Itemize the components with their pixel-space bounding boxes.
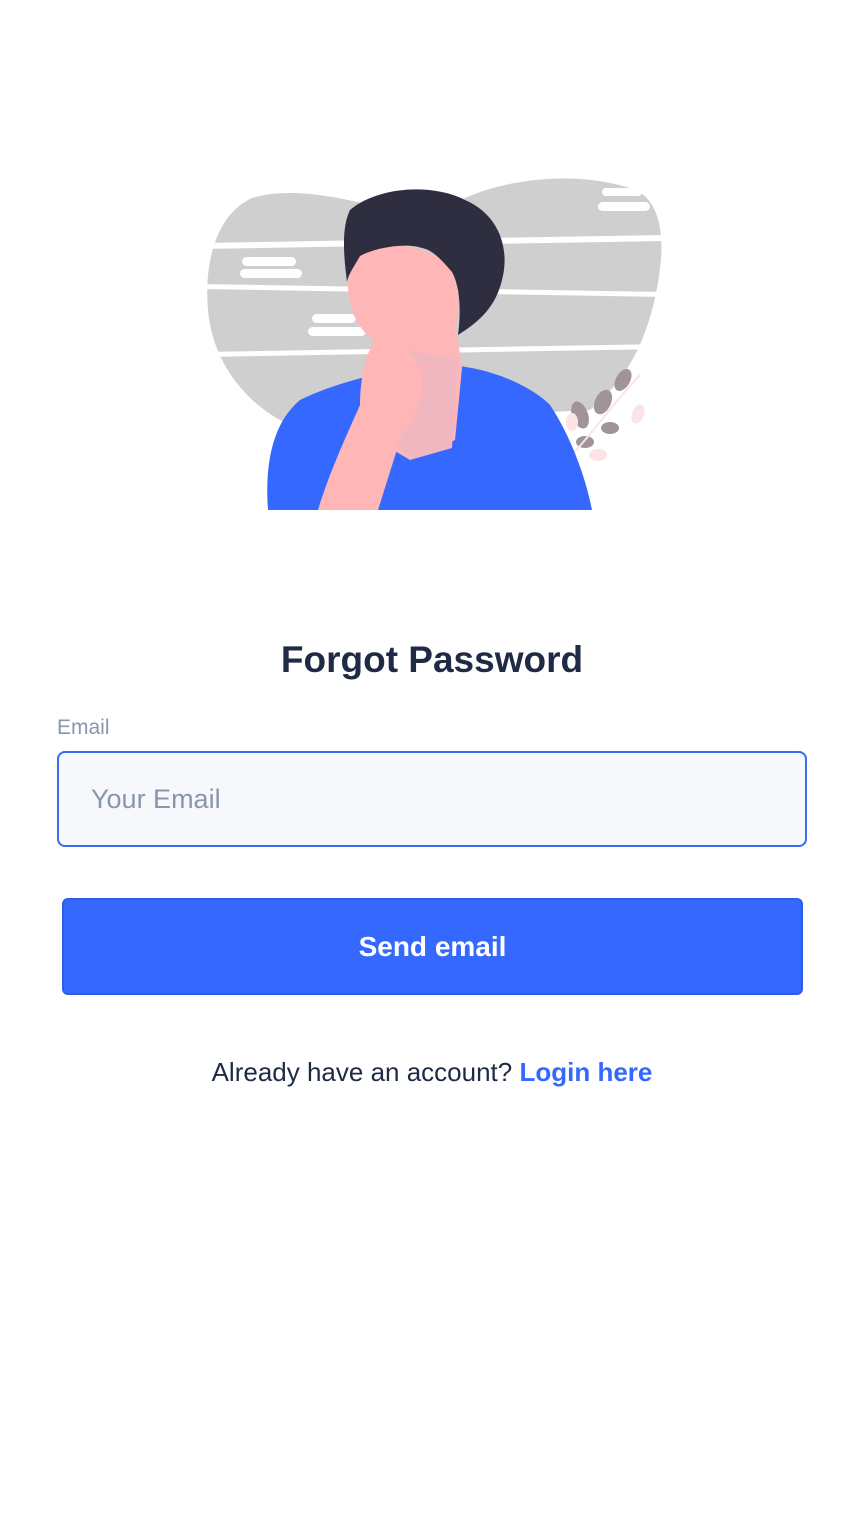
email-field[interactable] bbox=[57, 751, 807, 847]
login-prompt: Already have an account? Login here bbox=[0, 1054, 864, 1090]
forgot-password-screen: Forgot Password Email Send email Already… bbox=[0, 0, 864, 1536]
login-here-link[interactable]: Login here bbox=[519, 1057, 652, 1087]
email-label: Email bbox=[57, 716, 110, 739]
login-prompt-text: Already have an account? bbox=[211, 1057, 513, 1087]
person-thinking-illustration bbox=[200, 178, 664, 510]
page-title: Forgot Password bbox=[280, 639, 584, 680]
send-email-button[interactable]: Send email bbox=[62, 898, 803, 995]
